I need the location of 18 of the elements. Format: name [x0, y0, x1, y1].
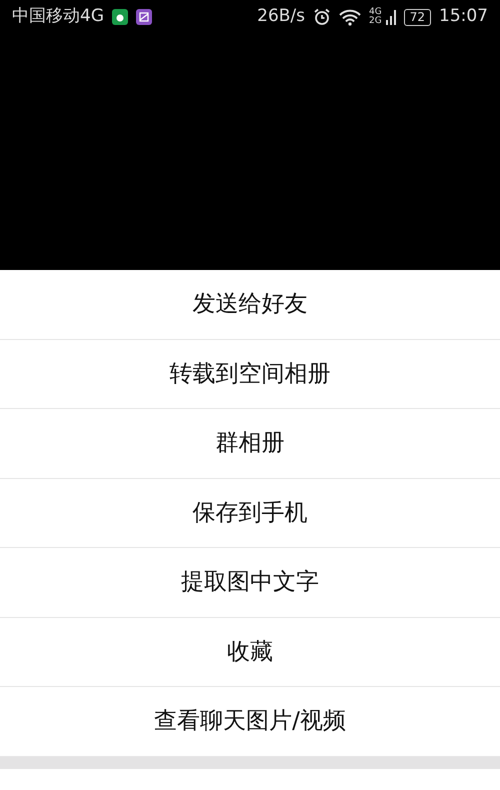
wifi-icon — [339, 8, 362, 26]
carrier-label: 中国移动4G — [12, 5, 104, 28]
image-notification-icon — [136, 9, 152, 25]
menu-item[interactable]: 提取图中文字 — [0, 548, 500, 618]
clock: 15:07 — [439, 5, 488, 28]
network-type-label: 2G — [369, 17, 382, 26]
battery-level: 72 — [404, 8, 431, 26]
app-notification-icon — [112, 9, 128, 25]
signal-icon — [386, 8, 396, 26]
menu-item[interactable]: 发送给好友 — [0, 270, 500, 340]
menu-item[interactable]: 保存到手机 — [0, 478, 500, 548]
menu-item[interactable]: 收藏 — [0, 618, 500, 687]
menu-item[interactable]: 查看聊天图片/视频 — [0, 687, 500, 756]
menu-item[interactable]: 转载到空间相册 — [0, 340, 500, 409]
alarm-icon — [313, 8, 332, 26]
menu-item[interactable]: 群相册 — [0, 409, 500, 478]
network-speed: 26B/s — [257, 5, 306, 28]
network-type-label: 4G — [369, 8, 382, 17]
